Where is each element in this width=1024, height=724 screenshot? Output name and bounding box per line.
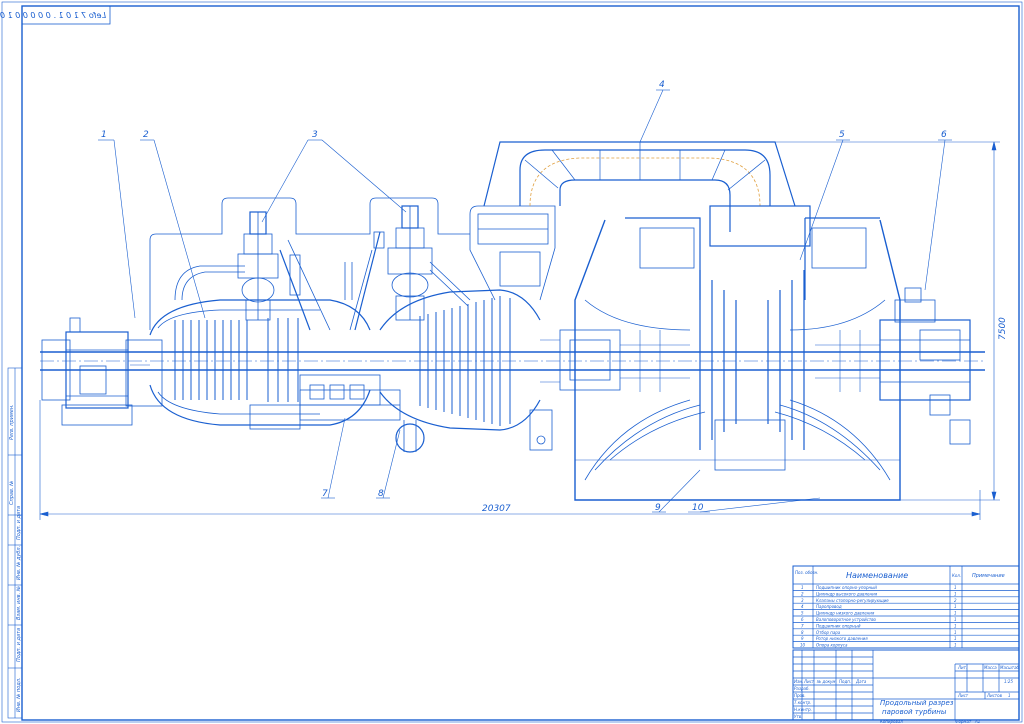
lp-blade-rows <box>699 270 805 450</box>
spec-row-pos: 6 <box>801 617 804 622</box>
spec-row-pos: 10 <box>800 643 806 648</box>
turbine-drawing <box>40 141 985 501</box>
valve-1 <box>237 211 331 331</box>
spec-row-pos: 4 <box>801 604 804 609</box>
overall-length-dimension: 20307 <box>482 504 511 514</box>
drawing-sheet: Lefo 7 1 0 1 . 0 0 0 0 0 1 0 . 0 0 Perв.… <box>0 1 1023 724</box>
spec-row-qty: 1 <box>954 623 957 628</box>
tb-sheets-value: 1 <box>1008 693 1011 698</box>
spec-row-name: Подшипник опорный <box>816 623 861 628</box>
spec-col-note: Примечание <box>972 573 1005 579</box>
tb-format-value: A1 <box>974 719 980 724</box>
side-label-7: Инв. № подл. <box>16 678 22 713</box>
tb-copy-label: Копировал <box>880 719 903 724</box>
spec-row-name: Цилиндр низкого давления <box>816 611 875 616</box>
callout-3: 3 <box>312 130 318 140</box>
spec-row-qty: 1 <box>954 585 957 590</box>
spec-row-name: Отбор пара <box>816 630 841 635</box>
tb-sheet-label: Лист <box>957 693 969 698</box>
spec-row-qty: 1 <box>954 643 957 648</box>
top-stamp-text: Lefo 7 1 0 1 . 0 0 0 0 0 1 0 . 0 0 <box>0 11 106 20</box>
tb-col-date: Дата <box>855 679 867 684</box>
side-label-1: Perв. примен. <box>9 404 15 440</box>
spec-row-qty: 1 <box>954 617 957 622</box>
callout-8: 8 <box>378 489 384 499</box>
rear-bearing-housing <box>879 287 971 445</box>
callout-4: 4 <box>659 80 665 90</box>
title-block: Изм. Лист № докум. Подп. Дата Разраб. Пр… <box>792 649 1020 724</box>
spec-row-pos: 8 <box>801 630 804 635</box>
spec-row-pos: 9 <box>801 636 804 641</box>
spec-row-qty: 1 <box>954 630 957 635</box>
spec-col-pos: Поз. обозн. <box>795 570 819 575</box>
callout-6: 6 <box>941 130 947 140</box>
tb-lit-label: Лит. <box>957 665 967 670</box>
side-label-6: Подп. и дата <box>16 628 22 662</box>
main-shaft <box>40 351 985 371</box>
callout-1: 1 <box>101 130 107 140</box>
spec-row-qty: 1 <box>954 604 957 609</box>
tb-mass-label: Масса <box>984 665 997 670</box>
spec-row-name: Валоповоротное устройство <box>816 617 877 622</box>
spec-row-pos: 3 <box>801 598 804 603</box>
tb-role-tech-control: Т.контр. <box>794 700 811 705</box>
tb-col-doc: № докум. <box>816 679 837 684</box>
side-label-2: Справ. № <box>9 481 15 505</box>
callout-10: 10 <box>692 503 704 513</box>
tb-scale-value: 1:25 <box>1004 679 1013 684</box>
tb-role-norm-control: Н.контр. <box>794 707 812 712</box>
spec-row-pos: 5 <box>801 611 804 616</box>
tb-role-approver: Утв. <box>794 714 802 719</box>
lp-cylinder <box>559 217 901 501</box>
callout-9: 9 <box>655 503 661 513</box>
spec-row-pos: 1 <box>801 585 804 590</box>
spec-col-name: Наименование <box>846 571 908 580</box>
callout-7: 7 <box>322 489 328 499</box>
callout-numbers: 1 2 3 4 5 6 7 8 9 10 <box>101 80 947 513</box>
spec-row-qty: 2 <box>954 598 957 603</box>
spec-row-qty: 1 <box>954 611 957 616</box>
spec-row-name: Подшипник опорно-упорный <box>816 585 877 590</box>
callout-2: 2 <box>143 130 149 140</box>
tb-col-sign: Подп. <box>839 679 851 684</box>
overall-height-dimension: 7500 <box>998 317 1008 340</box>
side-label-3: Подп. и дата <box>16 506 22 540</box>
tb-sheets-label: Листов <box>986 693 1003 698</box>
left-side-labels: Perв. примен. Справ. № Подп. и дата Инв.… <box>9 404 22 712</box>
spec-row-name: Цилиндр высокого давления <box>816 591 878 596</box>
hp-cylinder <box>149 299 381 430</box>
hp-blade-rows <box>174 318 299 402</box>
side-label-4: Инв. № дубл. <box>16 546 22 580</box>
top-stamp: Lefo 7 1 0 1 . 0 0 0 0 0 1 0 . 0 0 <box>0 5 111 25</box>
spec-row-qty: 1 <box>954 591 957 596</box>
spec-row-name: Паропровод <box>816 604 842 609</box>
tb-col-list: Лист <box>803 679 815 684</box>
tb-role-checker: Пров. <box>794 693 806 698</box>
spec-row-name: Опора корпуса <box>816 643 848 648</box>
drawing-title-line1: Продольный разрез <box>880 699 954 707</box>
spec-row-pos: 7 <box>801 623 804 628</box>
spec-col-qty: Кол. <box>952 573 961 578</box>
tb-role-developer: Разраб. <box>794 686 810 691</box>
tb-col-izm: Изм. <box>794 679 803 684</box>
tb-format-label: Формат <box>955 719 972 724</box>
lp-exhaust-curves <box>584 299 891 481</box>
spec-row-name: Ротор низкого давления <box>816 636 868 641</box>
drawing-title-line2: паровой турбины <box>882 708 947 716</box>
side-label-5: Взам. инв. № <box>16 586 22 620</box>
callout-5: 5 <box>839 130 845 140</box>
spec-row-name: Клапаны стопорно-регулирующие <box>816 598 889 603</box>
spec-table: Поз. обозн. Наименование Кол. Примечание… <box>792 565 1020 649</box>
crossover-pipe <box>483 141 811 247</box>
ip-cylinder <box>379 205 556 451</box>
front-bearing-housing <box>41 317 163 426</box>
spec-row-qty: 1 <box>954 636 957 641</box>
tb-scale-label: Масштаб <box>1000 665 1020 670</box>
spec-row-pos: 2 <box>801 591 804 596</box>
